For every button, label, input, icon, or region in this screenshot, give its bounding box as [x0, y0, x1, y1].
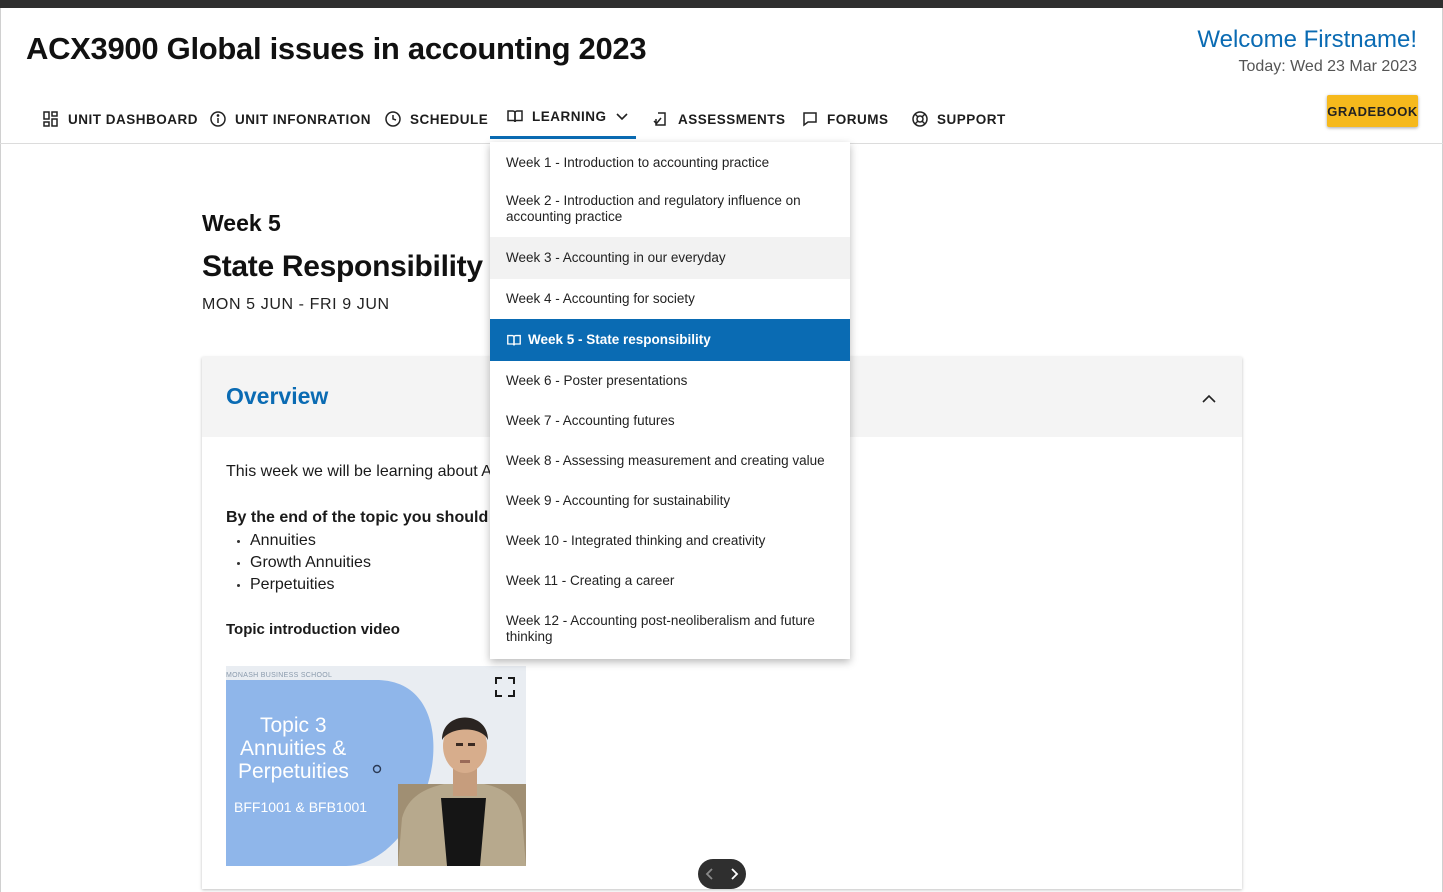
welcome-message: Welcome Firstname! — [1197, 26, 1417, 53]
nav-label: SUPPORT — [937, 111, 1006, 127]
nav-label: LEARNING — [532, 108, 607, 124]
menu-item-week-5[interactable]: Week 5 - State responsibility — [490, 319, 850, 361]
chevron-down-icon — [615, 109, 629, 123]
week-dates: MON 5 JUN - FRI 9 JUN — [202, 296, 390, 313]
menu-item-week-1[interactable]: Week 1 - Introduction to accounting prac… — [490, 144, 850, 182]
menu-item-week-9[interactable]: Week 9 - Accounting for sustainability — [490, 481, 850, 521]
unit-nav: UNIT DASHBOARD UNIT INFONRATION SCHEDULE… — [0, 96, 1443, 144]
nav-assessments[interactable]: ASSESSMENTS — [652, 96, 786, 142]
week-label: Week 5 — [202, 210, 281, 236]
chevron-left-icon[interactable] — [702, 866, 718, 882]
nav-label: UNIT DASHBOARD — [68, 111, 198, 127]
objective-item: Annuities — [226, 530, 371, 552]
video-heading: Topic introduction video — [226, 621, 400, 638]
nav-learning[interactable]: LEARNING — [490, 96, 636, 139]
assessment-icon — [652, 110, 670, 128]
chat-icon — [801, 110, 819, 128]
objective-item: Perpetuities — [226, 574, 371, 596]
nav-label: FORUMS — [827, 111, 889, 127]
nav-schedule[interactable]: SCHEDULE — [384, 96, 488, 142]
nav-unit-information[interactable]: UNIT INFONRATION — [209, 96, 371, 142]
book-icon — [506, 332, 522, 348]
clock-icon — [384, 110, 402, 128]
video-brand: MONASH BUSINESS SCHOOL — [226, 672, 333, 679]
menu-item-week-10[interactable]: Week 10 - Integrated thinking and creati… — [490, 521, 850, 561]
video-title-line: Perpetuities — [238, 760, 349, 783]
video-title-line: Annuities & — [240, 737, 347, 760]
topic-video[interactable]: MONASH BUSINESS SCHOOL Topic 3 Annuities… — [226, 666, 526, 866]
week-pager — [698, 859, 746, 889]
video-subtitle: BFF1001 & BFB1001 — [234, 799, 368, 815]
menu-item-week-7[interactable]: Week 7 - Accounting futures — [490, 401, 850, 441]
book-icon — [506, 107, 524, 125]
menu-item-week-6[interactable]: Week 6 - Poster presentations — [490, 361, 850, 401]
chevron-up-icon — [1196, 394, 1222, 414]
window-top-bar — [0, 0, 1443, 8]
info-icon — [209, 110, 227, 128]
nav-label: UNIT INFONRATION — [235, 111, 371, 127]
week-title: State Responsibility — [202, 250, 483, 283]
unit-title: ACX3900 Global issues in accounting 2023 — [26, 31, 647, 66]
lifebuoy-icon — [911, 110, 929, 128]
menu-item-week-3[interactable]: Week 3 - Accounting in our everyday — [490, 237, 850, 279]
overview-title: Overview — [226, 383, 329, 409]
menu-item-week-11[interactable]: Week 11 - Creating a career — [490, 561, 850, 601]
nav-forums[interactable]: FORUMS — [801, 96, 889, 142]
objectives-heading: By the end of the topic you should un — [226, 509, 513, 526]
video-title-line: Topic 3 — [260, 714, 327, 737]
learning-dropdown: Week 1 - Introduction to accounting prac… — [490, 142, 850, 659]
menu-item-week-8[interactable]: Week 8 - Assessing measurement and creat… — [490, 441, 850, 481]
objectives-list: Annuities Growth Annuities Perpetuities — [226, 530, 371, 596]
nav-label: ASSESSMENTS — [678, 111, 786, 127]
overview-intro: This week we will be learning about A — [226, 463, 492, 480]
nav-support[interactable]: SUPPORT — [911, 96, 1006, 142]
menu-item-week-4[interactable]: Week 4 - Accounting for society — [490, 279, 850, 319]
menu-item-week-12[interactable]: Week 12 - Accounting post-neoliberalism … — [490, 601, 850, 657]
menu-item-week-2[interactable]: Week 2 - Introduction and regulatory inf… — [490, 182, 850, 236]
objective-item: Growth Annuities — [226, 552, 371, 574]
nav-label: SCHEDULE — [410, 111, 489, 127]
nav-unit-dashboard[interactable]: UNIT DASHBOARD — [42, 96, 198, 142]
menu-item-label: Week 5 - State responsibility — [528, 332, 711, 347]
fullscreen-icon[interactable] — [494, 676, 516, 698]
today-date: Today: Wed 23 Mar 2023 — [1238, 58, 1417, 75]
collapse-button[interactable] — [1196, 387, 1222, 411]
dashboard-icon — [42, 110, 60, 128]
chevron-right-icon[interactable] — [726, 866, 742, 882]
